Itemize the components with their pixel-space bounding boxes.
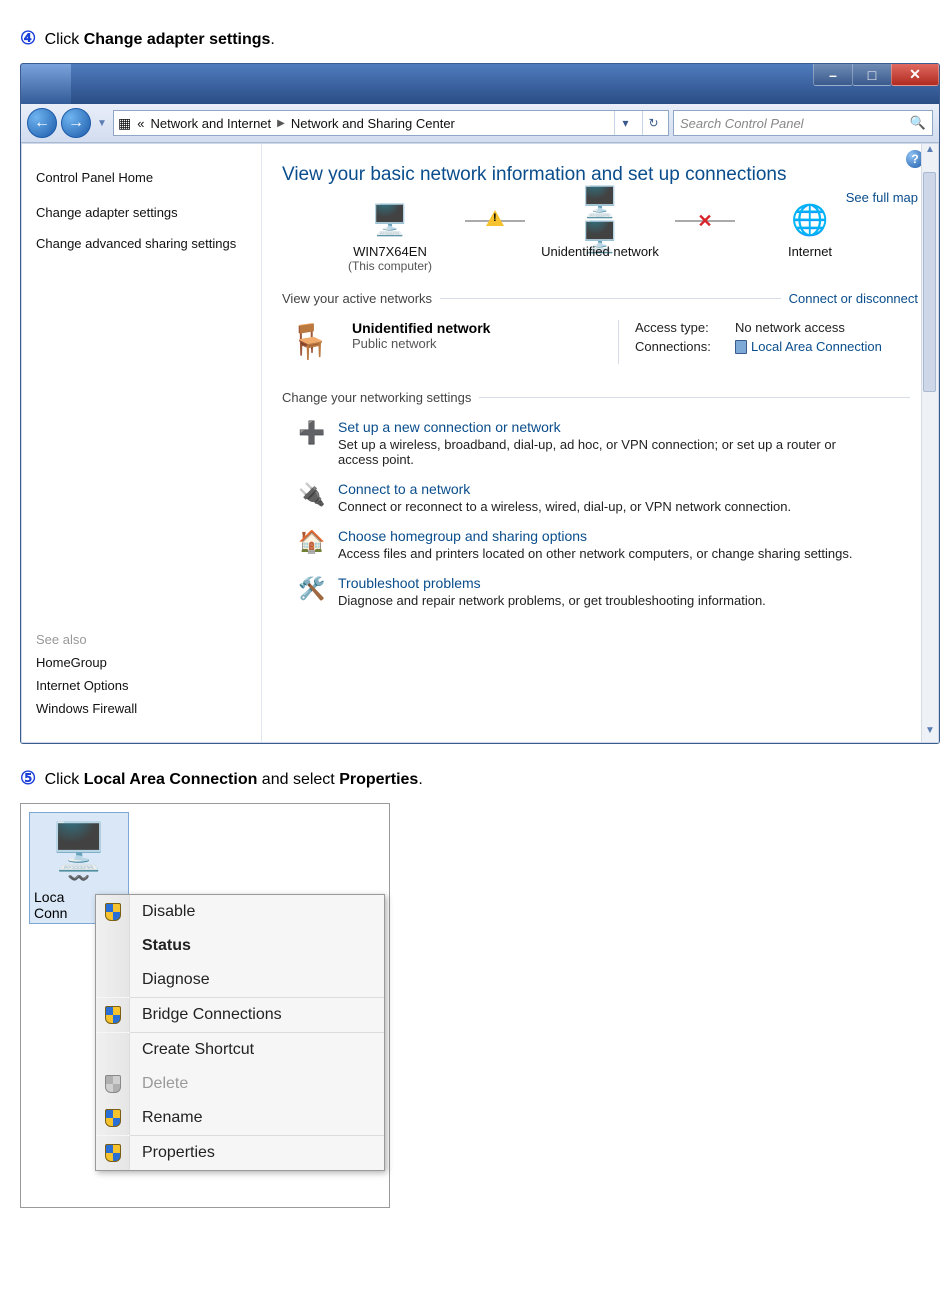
menu-diagnose[interactable]: Diagnose [96, 963, 384, 997]
change-settings-header: Change your networking settings [282, 390, 918, 405]
step-4-instruction: ④ Click Change adapter settings. [20, 28, 931, 49]
adapter-icon: 🖥️ [34, 819, 124, 874]
scroll-down-arrow[interactable]: ▼ [922, 725, 938, 742]
shield-icon [105, 1006, 121, 1024]
active-networks-header: View your active networks Connect or dis… [282, 291, 918, 306]
refresh-button[interactable]: ↻ [642, 111, 664, 135]
context-menu-figure: 🖥️ 〰️ Loca Conn Disable Status Diagnose … [20, 803, 390, 1208]
scrollbar-thumb[interactable] [923, 172, 936, 392]
control-panel-window: – □ ✕ ← → ▼ ▦ « Network and Internet ▶ N… [20, 63, 940, 744]
this-computer-node: 🖥️ WIN7X64EN (This computer) [315, 200, 465, 273]
menu-status[interactable]: Status [96, 929, 384, 963]
forward-button[interactable]: → [61, 108, 91, 138]
sidebar: Control Panel Home Change adapter settin… [22, 144, 262, 742]
navigation-bar: ← → ▼ ▦ « Network and Internet ▶ Network… [21, 104, 939, 143]
map-line-2: ✕ [675, 220, 735, 222]
setup-connection-item[interactable]: ➕ Set up a new connection or network Set… [282, 419, 918, 467]
control-panel-home-link[interactable]: Control Panel Home [36, 170, 247, 185]
page-title: View your basic network information and … [282, 164, 918, 186]
breadcrumb-chevron: « [137, 116, 144, 131]
breadcrumb-separator: ▶ [277, 118, 285, 129]
minimize-button[interactable]: – [813, 64, 853, 86]
context-menu: Disable Status Diagnose Bridge Connectio… [95, 894, 385, 1171]
close-button[interactable]: ✕ [891, 64, 939, 86]
active-network-row: 🪑 Unidentified network Public network Ac… [282, 320, 918, 364]
see-also-section: See also HomeGroup Internet Options Wind… [36, 632, 247, 724]
nav-history-dropdown[interactable]: ▼ [95, 118, 109, 129]
nic-icon [735, 340, 747, 354]
local-area-connection-link[interactable]: Local Area Connection [735, 339, 882, 354]
shield-icon [105, 1109, 121, 1127]
network-map: 🖥️ WIN7X64EN (This computer) 🖥️🖥️ Uniden… [282, 200, 918, 273]
window-client-area: Control Panel Home Change adapter settin… [21, 143, 939, 743]
connect-disconnect-link[interactable]: Connect or disconnect [789, 291, 918, 306]
connections-label: Connections: [635, 339, 735, 354]
homegroup-link[interactable]: HomeGroup [36, 655, 247, 670]
change-adapter-settings-link[interactable]: Change adapter settings [36, 205, 247, 220]
menu-delete: Delete [96, 1067, 384, 1101]
computer-icon: 🖥️ [366, 200, 414, 240]
address-bar[interactable]: ▦ « Network and Internet ▶ Network and S… [113, 110, 669, 136]
search-icon: 🔍 [910, 115, 926, 131]
internet-options-link[interactable]: Internet Options [36, 678, 247, 693]
scroll-up-arrow[interactable]: ▲ [922, 144, 938, 161]
access-type-label: Access type: [635, 320, 735, 335]
homegroup-icon: 🏠 [298, 528, 326, 556]
troubleshoot-icon: 🛠️ [298, 575, 326, 603]
menu-create-shortcut[interactable]: Create Shortcut [96, 1033, 384, 1067]
step-5-instruction: ⑤ Click Local Area Connection and select… [20, 768, 931, 789]
change-advanced-sharing-link[interactable]: Change advanced sharing settings [36, 236, 247, 251]
setup-connection-icon: ➕ [298, 419, 326, 447]
network-type: Public network [352, 336, 602, 351]
step-5-number: ⑤ [20, 768, 36, 788]
address-dropdown-button[interactable]: ▾ [614, 111, 636, 135]
troubleshoot-item[interactable]: 🛠️ Troubleshoot problems Diagnose and re… [282, 575, 918, 608]
disconnected-icon: ✕ [697, 211, 712, 232]
location-icon: ▦ [118, 115, 131, 132]
menu-properties[interactable]: Properties [96, 1136, 384, 1170]
menu-rename[interactable]: Rename [96, 1101, 384, 1135]
back-button[interactable]: ← [27, 108, 57, 138]
network-name: Unidentified network [352, 320, 602, 336]
window-titlebar: – □ ✕ [21, 64, 939, 104]
access-type-value: No network access [735, 320, 845, 335]
shield-icon [105, 1144, 121, 1162]
homegroup-sharing-item[interactable]: 🏠 Choose homegroup and sharing options A… [282, 528, 918, 561]
menu-bridge-connections[interactable]: Bridge Connections [96, 998, 384, 1032]
map-line-1 [465, 220, 525, 222]
shield-icon [105, 903, 121, 921]
cable-icon: 〰️ [34, 868, 124, 889]
main-content: ? View your basic network information an… [262, 144, 938, 742]
network-device-icon: 🖥️🖥️ [576, 200, 624, 240]
warning-icon [486, 210, 504, 226]
search-input[interactable]: Search Control Panel 🔍 [673, 110, 933, 136]
windows-firewall-link[interactable]: Windows Firewall [36, 701, 247, 716]
breadcrumb-network-sharing-center[interactable]: Network and Sharing Center [291, 116, 455, 131]
maximize-button[interactable]: □ [852, 64, 892, 86]
shield-icon [105, 1075, 121, 1093]
vertical-scrollbar[interactable]: ▲ ▼ [921, 144, 938, 742]
breadcrumb-network-internet[interactable]: Network and Internet [150, 116, 271, 131]
connect-network-icon: 🔌 [298, 481, 326, 509]
menu-disable[interactable]: Disable [96, 895, 384, 929]
unidentified-network-node: 🖥️🖥️ Unidentified network [525, 200, 675, 259]
see-also-label: See also [36, 632, 247, 647]
internet-node: 🌐 Internet [735, 200, 885, 259]
park-bench-icon: 🪑 [282, 320, 338, 364]
step-4-number: ④ [20, 28, 36, 48]
connect-network-item[interactable]: 🔌 Connect to a network Connect or reconn… [282, 481, 918, 514]
globe-icon: 🌐 [786, 200, 834, 240]
